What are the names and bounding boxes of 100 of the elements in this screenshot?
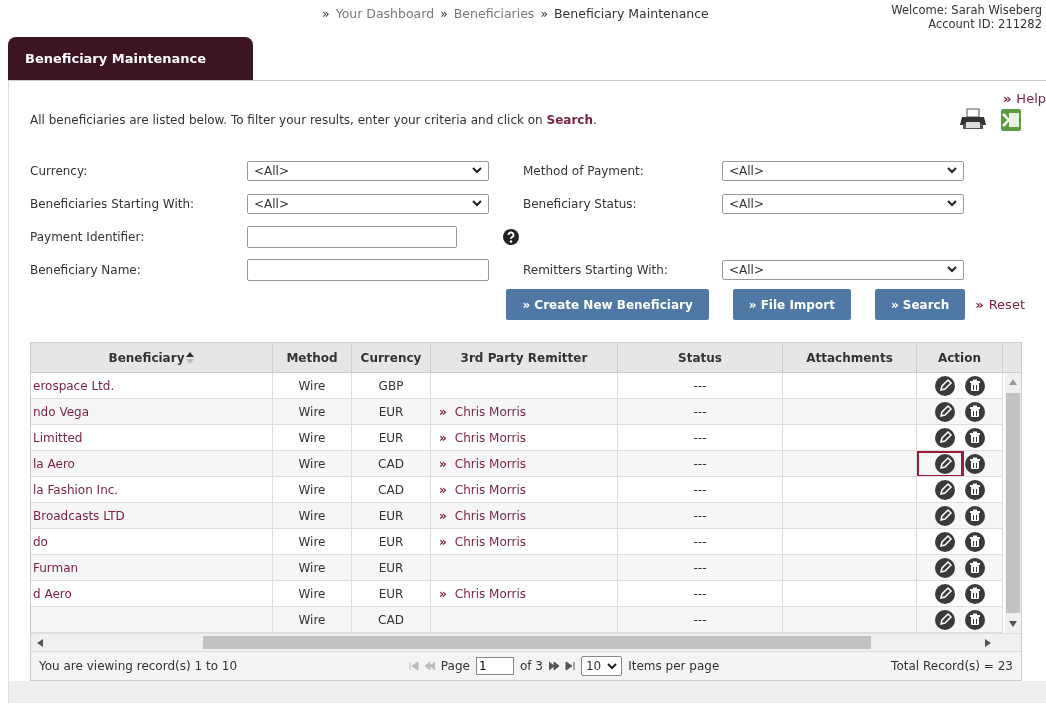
action-button[interactable]: » Search [874,289,966,320]
breadcrumb-link[interactable]: Your Dashboard [335,6,435,21]
remitter-link[interactable]: Chris Morris [454,508,527,523]
beneficiary-name[interactable]: d Aero [33,586,72,601]
column-header[interactable]: Currency [360,350,422,365]
delete-button[interactable] [964,531,985,552]
column-header[interactable]: Attachments [806,350,893,365]
delete-button[interactable] [964,427,985,448]
sort-icon[interactable] [186,351,195,364]
skip-end-icon[interactable] [564,661,575,671]
dropdown-field[interactable]: <All> [722,160,964,181]
filter-label: Payment Identifier: [30,229,146,244]
column-header[interactable]: Method [286,350,338,365]
beneficiary-name[interactable]: do [33,534,48,549]
status-cell: --- [693,534,707,549]
breadcrumb-link[interactable]: Beneficiaries [453,6,535,21]
delete-button[interactable] [964,479,985,500]
chevron-down-icon [607,662,618,670]
beneficiary-name[interactable]: la Aero [33,456,75,471]
filter-label: Beneficiary Name: [30,262,142,277]
scrollbar-thumb[interactable] [203,636,871,649]
dropdown-field[interactable]: <All> [722,259,964,280]
edit-button[interactable] [934,531,955,552]
page-number-field[interactable]: 1 [475,657,514,675]
scroll-left-icon[interactable] [37,638,43,647]
breadcrumb-separator: » [540,6,549,21]
total-records-text: Total Record(s) = 23 [891,659,1013,673]
beneficiary-name[interactable]: la Fashion Inc. [33,482,119,497]
help-link[interactable]: Help [1016,91,1046,109]
beneficiary-name[interactable]: Broadcasts LTD [33,508,125,523]
chevron-down-icon [472,200,482,207]
delete-button[interactable] [964,583,985,604]
record-range-text: You are viewing record(s) 1 to 10 [39,659,238,673]
beneficiary-name[interactable]: erospace Ltd. [33,378,115,393]
breadcrumb-link[interactable]: Beneficiary Maintenance [554,6,709,21]
edit-button[interactable] [934,427,955,448]
printer-icon[interactable] [960,108,986,130]
column-header[interactable]: Beneficiary [108,350,185,365]
table-cell: CAD [378,456,404,471]
edit-button[interactable] [934,479,955,500]
delete-button[interactable] [964,401,985,422]
page-size-dropdown[interactable]: 10 [580,656,623,676]
beneficiary-name[interactable]: Limitted [33,430,83,445]
status-cell: --- [693,430,707,445]
delete-button[interactable] [964,375,985,396]
table-cell: EUR [378,430,404,445]
remitter-link[interactable]: Chris Morris [454,534,527,549]
status-cell: --- [693,508,707,523]
remitter-link[interactable]: Chris Morris [454,430,527,445]
spreadsheet-icon[interactable] [1000,108,1022,132]
edit-button[interactable] [917,451,964,476]
action-button[interactable]: » File Import [732,289,851,320]
delete-button[interactable] [964,505,985,526]
reset-link[interactable]: Reset [988,297,1025,312]
beneficiary-name[interactable]: ndo Vega [33,404,89,419]
table-cell: Wire [298,404,326,419]
delete-button[interactable] [964,609,985,630]
table-cell: Wire [298,508,326,523]
edit-button[interactable] [934,505,955,526]
action-button[interactable]: » Create New Beneficiary [506,289,709,320]
column-header[interactable]: 3rd Party Remitter [460,350,588,365]
double-chevron-right-icon[interactable] [548,661,559,671]
chevron-down-icon [472,167,482,174]
chevron-down-icon [947,200,957,207]
dropdown-field[interactable]: <All> [247,193,489,214]
status-cell: --- [693,404,707,419]
dropdown-field[interactable]: <All> [722,193,964,214]
delete-button[interactable] [964,453,985,474]
text-field[interactable] [247,225,457,248]
table-cell: Wire [298,378,326,393]
delete-button[interactable] [964,557,985,578]
status-cell: --- [693,612,707,627]
table-cell: Wire [298,482,326,497]
link-marker: » [439,430,447,445]
dropdown-field[interactable]: <All> [247,160,489,181]
edit-button[interactable] [934,583,955,604]
table-cell: Wire [298,586,326,601]
remitter-link[interactable]: Chris Morris [454,456,527,471]
table-cell: EUR [378,404,404,419]
remitter-link[interactable]: Chris Morris [454,586,527,601]
help-icon[interactable] [503,228,519,245]
beneficiary-name[interactable]: Furman [33,560,79,575]
edit-button[interactable] [934,375,955,396]
scroll-right-icon[interactable] [985,638,991,647]
column-header[interactable]: Status [678,350,722,365]
column-header[interactable]: Action [937,350,981,365]
edit-button[interactable] [934,609,955,630]
table-cell: EUR [378,508,404,523]
text-field[interactable] [247,258,489,281]
filter-label: Beneficiaries Starting With: [30,196,196,211]
link-marker: » [439,404,447,419]
remitter-link[interactable]: Chris Morris [454,404,527,419]
edit-button[interactable] [934,557,955,578]
scrollbar-thumb[interactable] [1006,393,1020,613]
edit-button[interactable] [934,401,955,422]
link-marker: » [439,482,447,497]
scroll-down-icon[interactable] [1009,621,1017,627]
table-cell: Wire [298,534,326,549]
beneficiary-maintenance-tab[interactable]: Beneficiary Maintenance [8,37,253,80]
remitter-link[interactable]: Chris Morris [454,482,527,497]
